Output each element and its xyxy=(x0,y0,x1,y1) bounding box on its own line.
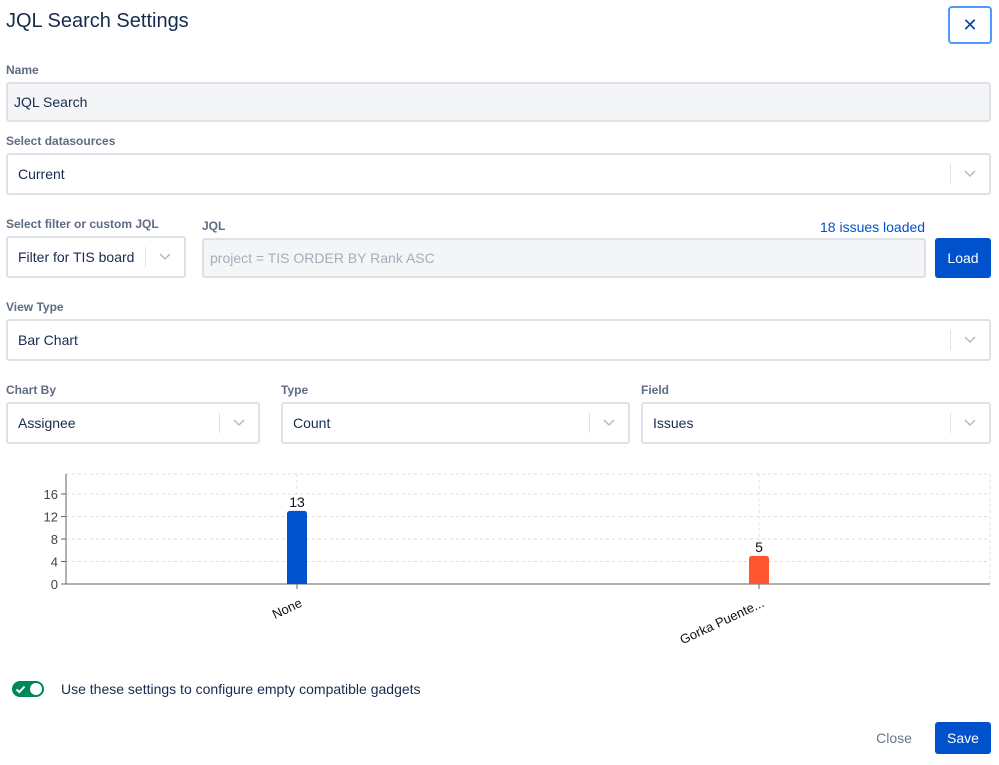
datasources-label: Select datasources xyxy=(6,134,116,148)
toggle-knob xyxy=(30,683,42,695)
y-tick-label: 8 xyxy=(51,532,58,547)
bar-value-label: 13 xyxy=(289,494,305,510)
bar-value-label: 5 xyxy=(755,539,763,555)
chevron-down-icon[interactable] xyxy=(951,419,989,427)
bar-chart: 0 4 8 12 16 None Gorka Puente... 13 5 xyxy=(44,473,991,647)
field-value: Issues xyxy=(653,415,694,431)
datasources-value: Current xyxy=(18,166,65,182)
chart-grid xyxy=(66,473,991,584)
y-tick-label: 0 xyxy=(51,577,58,592)
filter-value: Filter for TIS board xyxy=(18,249,135,265)
x-tick-label: Gorka Puente... xyxy=(677,595,766,647)
toggle-label: Use these settings to configure empty co… xyxy=(61,681,421,697)
chart-by-value: Assignee xyxy=(18,415,76,431)
name-field[interactable] xyxy=(6,82,991,122)
chevron-down-icon[interactable] xyxy=(951,170,989,178)
field-select[interactable]: Issues xyxy=(641,402,991,444)
chart-by-select[interactable]: Assignee xyxy=(6,402,260,444)
close-icon: ✕ xyxy=(962,15,978,35)
type-label: Type xyxy=(281,383,309,397)
y-tick-label: 12 xyxy=(44,510,58,525)
view-type-label: View Type xyxy=(6,300,64,314)
chevron-down-icon[interactable] xyxy=(951,336,989,344)
view-type-value: Bar Chart xyxy=(18,332,78,348)
chevron-down-icon[interactable] xyxy=(220,419,258,427)
chart-axes: 0 4 8 12 16 None Gorka Puente... xyxy=(44,474,990,647)
close-dialog-button[interactable]: ✕ xyxy=(948,6,992,44)
jql-input[interactable] xyxy=(210,250,918,266)
bar xyxy=(749,555,769,584)
load-button[interactable]: Load xyxy=(935,238,991,278)
jql-label: JQL xyxy=(202,219,226,233)
dialog-title: JQL Search Settings xyxy=(6,10,189,32)
filter-label: Select filter or custom JQL xyxy=(6,217,159,231)
save-button[interactable]: Save xyxy=(935,722,991,754)
empty-gadgets-toggle[interactable] xyxy=(12,681,44,697)
type-select[interactable]: Count xyxy=(281,402,630,444)
jql-field[interactable] xyxy=(202,238,926,278)
x-tick-label: None xyxy=(270,595,305,622)
view-type-select[interactable]: Bar Chart xyxy=(6,319,991,361)
y-tick-label: 4 xyxy=(51,555,58,570)
field-label: Field xyxy=(641,383,670,397)
type-value: Count xyxy=(293,415,331,431)
name-input[interactable] xyxy=(14,94,983,110)
datasources-select[interactable]: Current xyxy=(6,153,991,195)
close-button[interactable]: Close xyxy=(862,722,926,754)
chevron-down-icon[interactable] xyxy=(146,253,184,261)
chevron-down-icon[interactable] xyxy=(590,419,628,427)
y-tick-label: 16 xyxy=(44,487,58,502)
check-icon xyxy=(15,682,26,700)
issues-loaded-status: 18 issues loaded xyxy=(820,219,926,235)
filter-select[interactable]: Filter for TIS board xyxy=(6,236,186,278)
name-label: Name xyxy=(6,63,39,77)
bar xyxy=(287,510,307,584)
chart-by-label: Chart By xyxy=(6,383,57,397)
